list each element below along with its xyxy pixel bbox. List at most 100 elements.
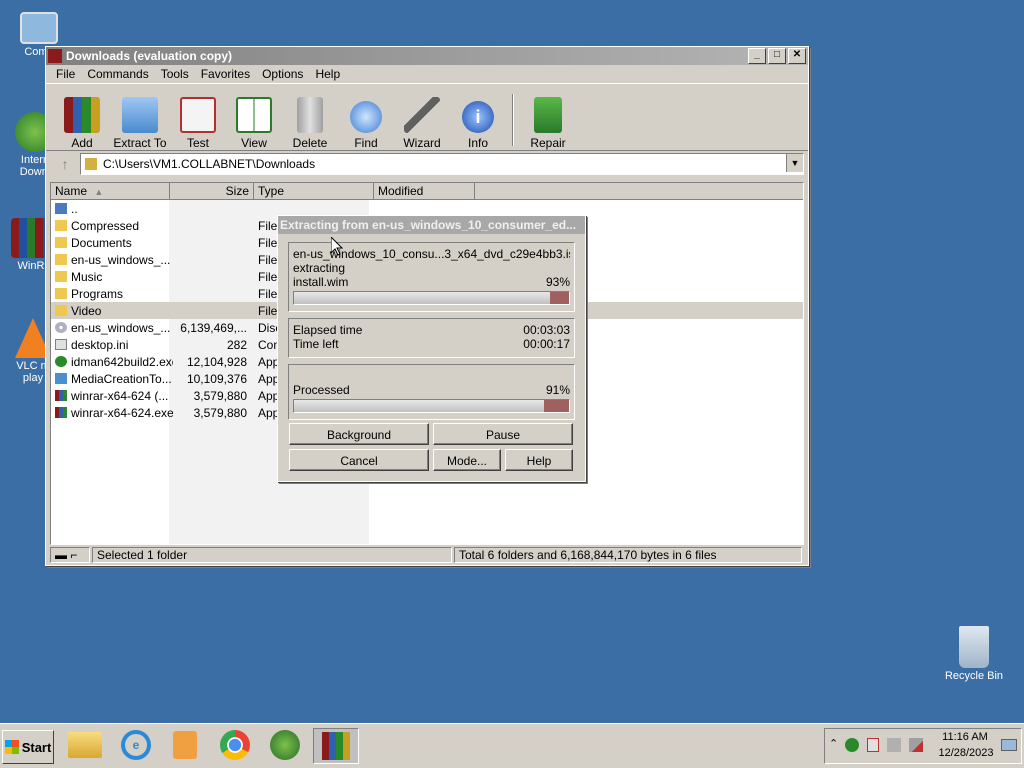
- parent-folder-icon: [55, 203, 67, 214]
- first-aid-box-icon: [534, 97, 562, 133]
- column-header-size[interactable]: Size: [170, 183, 254, 199]
- action-center-flag-icon[interactable]: [867, 738, 879, 752]
- test-button[interactable]: Test: [170, 97, 226, 150]
- help-button[interactable]: Help: [505, 449, 573, 471]
- desktop-icon-recycle-bin[interactable]: Recycle Bin: [939, 626, 1009, 682]
- repair-button[interactable]: Repair: [520, 97, 576, 150]
- processed-progress-end: [544, 400, 569, 412]
- download-manager-icon: [270, 730, 300, 760]
- clock-time[interactable]: 11:16 AM: [935, 731, 995, 743]
- background-button[interactable]: Background: [289, 423, 429, 445]
- taskbar-internet-explorer[interactable]: e: [114, 728, 158, 762]
- add-archive-icon: [64, 97, 100, 133]
- menu-file[interactable]: File: [50, 67, 81, 81]
- folder-icon: [68, 732, 102, 758]
- processed-label: Processed: [293, 383, 350, 397]
- window-titlebar[interactable]: Downloads (evaluation copy) _ □ ✕: [46, 47, 808, 65]
- extract-to-button[interactable]: Extract To: [110, 97, 170, 150]
- processed-percent: 91%: [545, 383, 570, 397]
- download-manager-tray-icon[interactable]: [845, 738, 859, 752]
- folder-icon: [55, 237, 67, 248]
- network-icon[interactable]: [887, 738, 901, 752]
- taskbar: Start e ⌃ 11:16 AM 12/28/2023: [0, 723, 1024, 768]
- start-button[interactable]: Start: [2, 730, 54, 764]
- folder-icon: [55, 254, 67, 265]
- computer-icon: [20, 12, 58, 44]
- info-icon: i: [462, 101, 494, 133]
- book-icon: [236, 97, 272, 133]
- menu-options[interactable]: Options: [256, 67, 309, 81]
- column-headers: Name ▲ Size Type Modified: [51, 183, 803, 200]
- volume-muted-icon[interactable]: [909, 738, 923, 752]
- desktop-icon-label: Recycle Bin: [944, 670, 1004, 682]
- elapsed-label: Elapsed time: [293, 323, 363, 337]
- view-button[interactable]: View: [226, 97, 282, 150]
- path-field[interactable]: C:\Users\VM1.COLLABNET\Downloads ▼: [80, 153, 804, 175]
- column-header-modified[interactable]: Modified: [374, 183, 475, 199]
- magnifier-icon: [350, 101, 382, 133]
- file-progress-bar: [293, 291, 570, 305]
- show-hidden-icons-chevron[interactable]: ⌃: [829, 737, 838, 750]
- sort-arrow-icon: ▲: [94, 187, 104, 197]
- status-selection: Selected 1 folder: [92, 547, 452, 563]
- internet-explorer-icon: e: [121, 730, 151, 760]
- system-tray: ⌃ 11:16 AM 12/28/2023: [824, 728, 1022, 764]
- download-manager-icon: [55, 356, 67, 367]
- clock-date[interactable]: 12/28/2023: [933, 747, 999, 759]
- menu-commands[interactable]: Commands: [81, 67, 154, 81]
- disc-image-icon: [55, 322, 67, 333]
- info-button[interactable]: i Info: [450, 101, 506, 150]
- taskbar-media-player[interactable]: [163, 728, 207, 762]
- column-header-type[interactable]: Type: [254, 183, 374, 199]
- folder-icon: [55, 288, 67, 299]
- taskbar-explorer[interactable]: [63, 728, 107, 762]
- toolbar-separator: [512, 94, 514, 146]
- time-group: Elapsed time 00:03:03 Time left 00:00:17: [288, 318, 575, 358]
- winrar-icon: [322, 732, 350, 760]
- find-button[interactable]: Find: [338, 101, 394, 150]
- path-text: C:\Users\VM1.COLLABNET\Downloads: [103, 157, 316, 171]
- close-button[interactable]: ✕: [788, 48, 806, 64]
- window-title: Downloads (evaluation copy): [66, 49, 233, 63]
- up-arrow-icon[interactable]: ↑: [50, 156, 80, 172]
- menu-tools[interactable]: Tools: [155, 67, 195, 81]
- media-player-icon: [173, 731, 197, 759]
- drive-icon: [85, 158, 97, 170]
- status-bar: ▬ ⌐ Selected 1 folder Total 6 folders an…: [50, 547, 804, 563]
- folder-icon: [55, 305, 67, 316]
- desktop-icon-label: WinR: [17, 260, 45, 272]
- show-desktop-icon[interactable]: [1001, 739, 1017, 751]
- taskbar-download-manager[interactable]: [263, 728, 307, 762]
- pause-button[interactable]: Pause: [433, 423, 573, 445]
- column-header-name[interactable]: Name ▲: [51, 183, 170, 199]
- winrar-icon: [55, 407, 67, 418]
- media-creation-icon: [55, 373, 67, 384]
- windows-logo-icon: [4, 740, 19, 754]
- processed-group: Processed 91%: [288, 364, 575, 420]
- dialog-body: en-us_windows_10_consu...3_x64_dvd_c29e4…: [278, 234, 585, 434]
- mouse-cursor-icon: [331, 237, 343, 256]
- folder-icon: [55, 271, 67, 282]
- folder-icon: [55, 220, 67, 231]
- taskbar-winrar[interactable]: [313, 728, 359, 764]
- menu-bar: File Commands Tools Favorites Options He…: [46, 65, 808, 83]
- chevron-down-icon[interactable]: ▼: [786, 154, 803, 172]
- winrar-icon: [55, 390, 67, 401]
- taskbar-chrome[interactable]: [213, 728, 257, 762]
- file-progress-fill: [294, 292, 550, 304]
- menu-help[interactable]: Help: [309, 67, 346, 81]
- current-file: install.wim: [293, 275, 349, 289]
- clipboard-check-icon: [180, 97, 216, 133]
- add-button[interactable]: Add: [54, 97, 110, 150]
- wizard-button[interactable]: Wizard: [394, 97, 450, 150]
- address-bar: ↑ C:\Users\VM1.COLLABNET\Downloads ▼: [46, 151, 808, 177]
- dialog-titlebar[interactable]: Extracting from en-us_windows_10_consume…: [278, 216, 585, 234]
- maximize-button[interactable]: □: [768, 48, 786, 64]
- processed-progress-fill: [294, 400, 545, 412]
- dialog-title: Extracting from en-us_windows_10_consume…: [280, 218, 577, 232]
- mode-button[interactable]: Mode...: [433, 449, 501, 471]
- menu-favorites[interactable]: Favorites: [195, 67, 256, 81]
- minimize-button[interactable]: _: [748, 48, 766, 64]
- cancel-button[interactable]: Cancel: [289, 449, 429, 471]
- delete-button[interactable]: Delete: [282, 97, 338, 150]
